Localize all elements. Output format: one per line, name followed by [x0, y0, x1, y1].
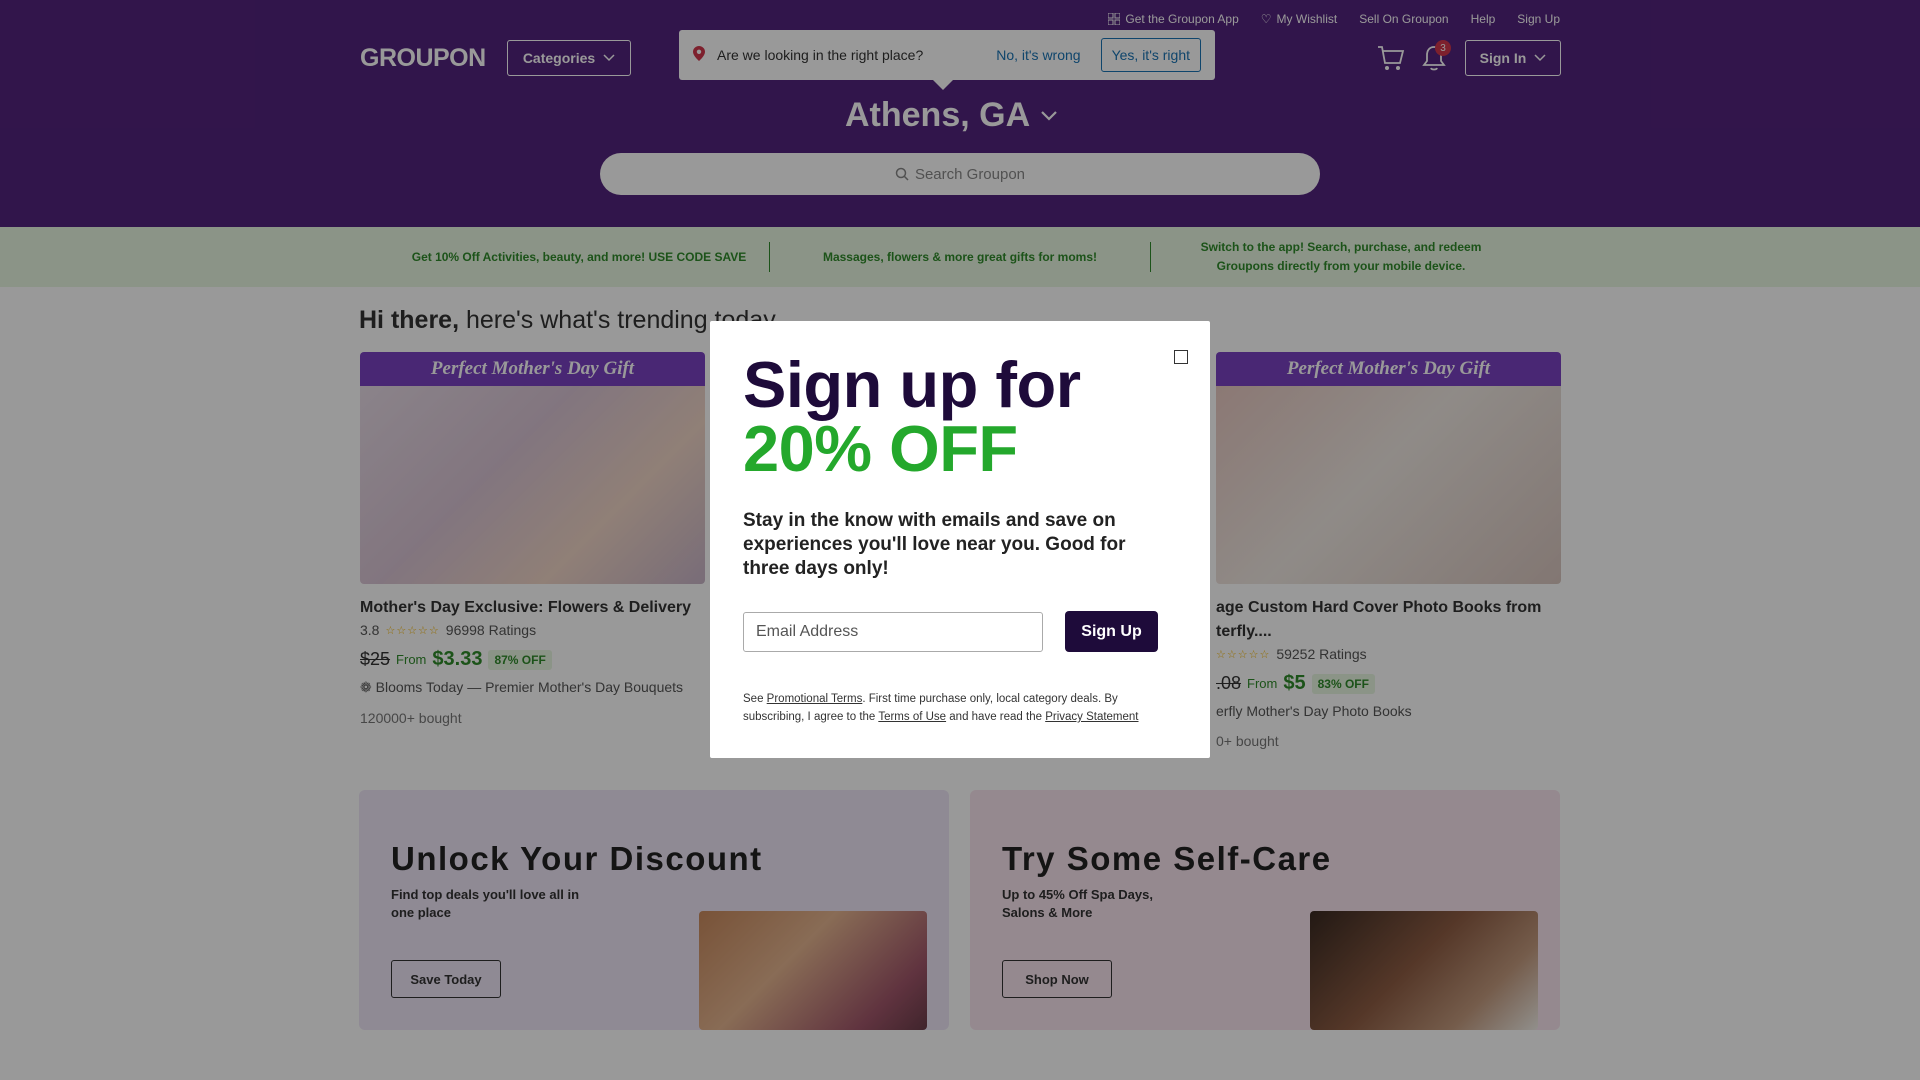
- close-icon[interactable]: [1174, 350, 1188, 364]
- promotional-terms-link[interactable]: Promotional Terms: [767, 693, 863, 705]
- modal-headline: Sign up for 20% OFF: [743, 348, 1081, 485]
- email-field[interactable]: [743, 611, 1043, 652]
- privacy-statement-link[interactable]: Privacy Statement: [1045, 711, 1138, 723]
- email-row: Sign Up: [743, 611, 1177, 652]
- fine-print: See Promotional Terms. First time purcha…: [743, 693, 1139, 723]
- modal-description: Stay in the know with emails and save on…: [743, 510, 1126, 579]
- signup-modal: Sign up for 20% OFF Stay in the know wit…: [710, 321, 1210, 758]
- sign-up-button[interactable]: Sign Up: [1065, 611, 1158, 652]
- terms-of-use-link[interactable]: Terms of Use: [878, 711, 946, 723]
